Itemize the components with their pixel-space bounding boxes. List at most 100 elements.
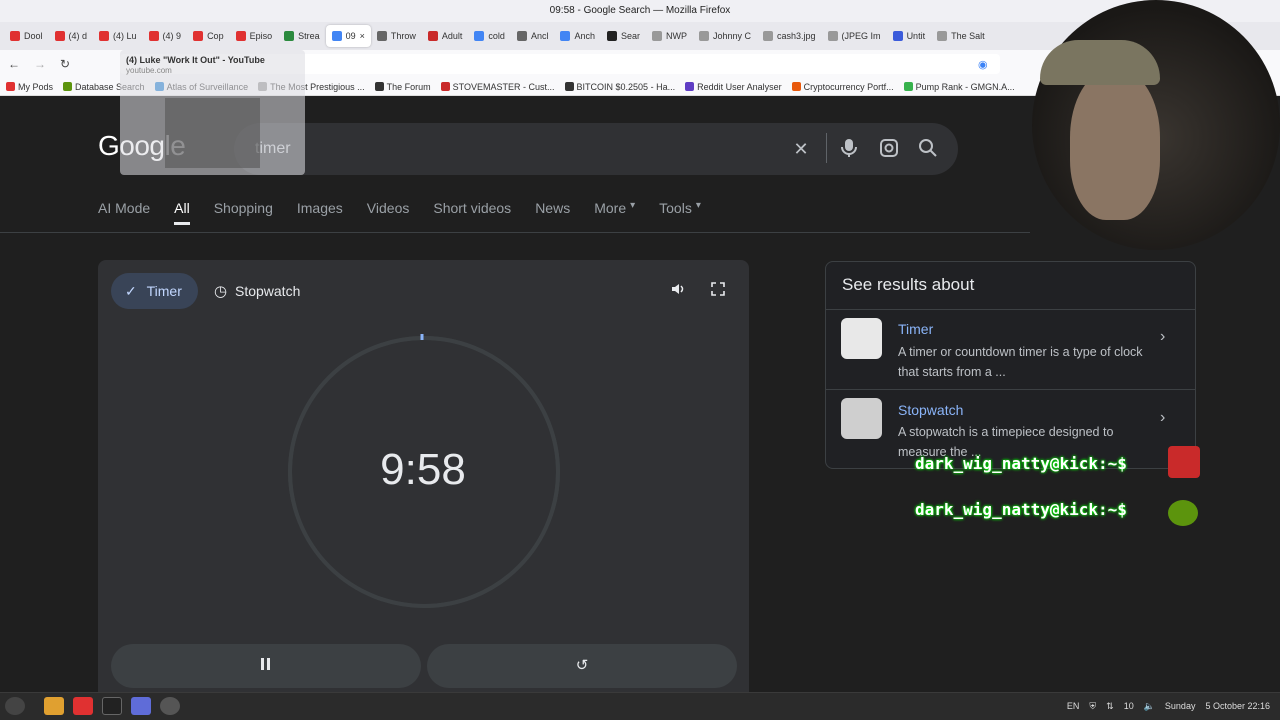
search-tab-all[interactable]: All bbox=[174, 200, 190, 225]
check-icon: ✓ bbox=[125, 283, 137, 299]
tab-favicon bbox=[606, 31, 617, 41]
tab-favicon bbox=[892, 31, 903, 41]
browser-tab[interactable]: NWP bbox=[646, 25, 693, 47]
stopwatch-tab[interactable]: ◷ Stopwatch bbox=[214, 273, 300, 309]
speaker-icon[interactable]: 🔈 bbox=[1144, 701, 1155, 712]
search-tab-tools[interactable]: Tools bbox=[659, 200, 692, 225]
bookmark-item[interactable]: The Forum bbox=[374, 82, 431, 92]
tab-favicon bbox=[427, 31, 438, 41]
overlay-avatar bbox=[1168, 446, 1200, 478]
tab-label: Strea bbox=[298, 31, 320, 41]
browser-tab[interactable]: Johnny C bbox=[693, 25, 757, 47]
browser-tab[interactable]: Dool bbox=[4, 25, 49, 47]
stopwatch-thumbnail[interactable] bbox=[841, 398, 882, 439]
about-title: See results about bbox=[842, 275, 975, 294]
reload-icon[interactable]: ↻ bbox=[60, 57, 70, 71]
chevron-right-icon[interactable]: › bbox=[1160, 409, 1165, 427]
tab-label: Throw bbox=[390, 31, 416, 41]
bookmark-item[interactable]: Pump Rank - GMGN.A... bbox=[903, 81, 1015, 92]
pause-button[interactable] bbox=[111, 644, 421, 688]
browser-tab[interactable]: Sear bbox=[601, 25, 646, 47]
search-tab-short-videos[interactable]: Short videos bbox=[433, 200, 511, 225]
pepe-emote bbox=[1168, 500, 1198, 526]
browser-tab[interactable]: (JPEG Im bbox=[822, 25, 887, 47]
preview-title: (4) Luke "Work It Out" - YouTube bbox=[126, 55, 265, 65]
browser-tab[interactable]: cash3.jpg bbox=[757, 25, 822, 47]
bookmark-item[interactable]: BITCOIN $0.2505 - Ha... bbox=[564, 82, 675, 92]
terminal-icon[interactable] bbox=[102, 697, 122, 715]
tab-label: The Salt bbox=[951, 31, 985, 41]
clock-day: Sunday bbox=[1164, 701, 1196, 711]
tab-favicon bbox=[516, 31, 527, 41]
forward-icon[interactable]: → bbox=[34, 57, 46, 71]
browser-tab[interactable]: Throw bbox=[371, 25, 422, 47]
search-tab-images[interactable]: Images bbox=[297, 200, 343, 225]
bookmark-item[interactable]: Cryptocurrency Portf... bbox=[791, 82, 894, 92]
browser-tab[interactable]: Adult bbox=[422, 25, 469, 47]
overlay-prompt: dark_wig_natty@kick:~$ bbox=[915, 454, 1127, 473]
preview-url: youtube.com bbox=[126, 66, 172, 75]
search-tab-videos[interactable]: Videos bbox=[367, 200, 410, 225]
browser-tab[interactable]: Cop bbox=[187, 25, 230, 47]
browser-tab[interactable]: Episo bbox=[230, 25, 279, 47]
search-tab-shopping[interactable]: Shopping bbox=[214, 200, 273, 225]
search-icon[interactable] bbox=[917, 138, 939, 160]
back-icon[interactable]: ← bbox=[8, 57, 20, 71]
tab-label: (4) 9 bbox=[162, 31, 182, 41]
tab-label: cash3.jpg bbox=[777, 31, 816, 41]
lens-icon[interactable] bbox=[878, 138, 900, 160]
tab-favicon bbox=[698, 31, 709, 41]
browser-tab[interactable]: Untit bbox=[887, 25, 932, 47]
tab-label: Cop bbox=[207, 31, 224, 41]
folder-icon[interactable] bbox=[44, 697, 64, 715]
browser-tab[interactable]: Anch bbox=[554, 25, 601, 47]
bookmark-label: Pump Rank - GMGN.A... bbox=[915, 81, 1015, 92]
shield-icon[interactable]: ⛨ bbox=[1089, 701, 1096, 712]
search-tab-news[interactable]: News bbox=[535, 200, 570, 225]
browser-tab[interactable]: Ancl bbox=[511, 25, 555, 47]
reset-button[interactable]: ↺ bbox=[427, 644, 737, 688]
divider bbox=[826, 309, 1196, 310]
bookmark-item[interactable]: My Pods bbox=[6, 82, 53, 92]
vpn-icon[interactable]: ◉ bbox=[978, 58, 988, 71]
timer-thumbnail[interactable] bbox=[841, 318, 882, 359]
editor-icon[interactable] bbox=[131, 697, 151, 715]
fullscreen-icon[interactable] bbox=[708, 281, 728, 301]
mic-icon[interactable] bbox=[838, 138, 860, 160]
browser-tab[interactable]: (4) Lu bbox=[93, 25, 143, 47]
divider bbox=[826, 389, 1196, 390]
chevron-right-icon[interactable]: › bbox=[1160, 328, 1165, 346]
bookmark-icon bbox=[440, 82, 450, 91]
close-icon[interactable]: × bbox=[360, 31, 365, 41]
search-tab-more[interactable]: More bbox=[594, 200, 626, 225]
browser-tab[interactable]: The Salt bbox=[931, 25, 991, 47]
tab-label: Adult bbox=[441, 31, 463, 41]
tab-favicon bbox=[376, 31, 387, 41]
reset-icon: ↺ bbox=[575, 657, 589, 674]
timer-tab[interactable]: ✓ Timer bbox=[111, 273, 198, 309]
bookmark-item[interactable]: Reddit User Analyser bbox=[685, 82, 782, 92]
timer-display[interactable]: 9:58 bbox=[323, 445, 523, 495]
keyboard-layout[interactable]: EN bbox=[1067, 701, 1080, 711]
timer-tab-label: Timer bbox=[146, 283, 182, 299]
browser-tab[interactable]: (4) d bbox=[49, 25, 94, 47]
firefox-icon[interactable] bbox=[73, 697, 93, 715]
search-tabs: AI Mode All Shopping Images Videos Short vide… bbox=[98, 200, 701, 225]
browser-tab[interactable]: cold bbox=[468, 25, 511, 47]
browser-tab[interactable]: (4) 9 bbox=[143, 25, 188, 47]
browser-tab[interactable]: Strea bbox=[278, 25, 326, 47]
clock-date[interactable]: 5 October 22:16 bbox=[1205, 701, 1270, 711]
volume-level[interactable]: 10 bbox=[1124, 701, 1134, 711]
volume-icon[interactable] bbox=[668, 281, 688, 301]
result-title-stopwatch[interactable]: Stopwatch bbox=[898, 402, 963, 418]
network-icon[interactable]: ⇅ bbox=[1106, 701, 1114, 712]
obs-icon[interactable] bbox=[160, 697, 180, 715]
tab-favicon bbox=[937, 31, 948, 41]
window-title: 09:58 - Google Search — Mozilla Firefox bbox=[0, 0, 1280, 22]
clear-icon[interactable]: ✕ bbox=[790, 138, 812, 160]
result-title-timer[interactable]: Timer bbox=[898, 321, 933, 337]
browser-tab[interactable]: 09 × bbox=[325, 25, 371, 47]
menu-icon[interactable] bbox=[5, 697, 25, 715]
search-tab-ai-mode[interactable]: AI Mode bbox=[98, 200, 150, 225]
bookmark-item[interactable]: STOVEMASTER - Cust... bbox=[440, 82, 555, 92]
